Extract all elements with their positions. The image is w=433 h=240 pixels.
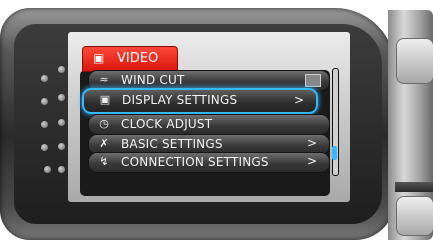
- touch-sensor-dot[interactable]: [58, 119, 65, 126]
- menu-item-label: WIND CUT: [121, 73, 185, 87]
- chevron-right-icon: >: [293, 93, 304, 107]
- wind-icon: ≈: [99, 73, 109, 86]
- menu-item-display-settings[interactable]: ▣ DISPLAY SETTINGS >: [82, 88, 318, 114]
- menu-item-connection-settings[interactable]: ↯ CONNECTION SETTINGS >: [88, 152, 330, 173]
- touch-sensor-dot[interactable]: [44, 166, 51, 173]
- hinge-slot: [395, 182, 433, 192]
- connection-icon: ↯: [99, 155, 109, 168]
- touch-sensor-dot[interactable]: [58, 94, 65, 101]
- touch-sensor-dot[interactable]: [58, 166, 65, 173]
- hinge-cap-top: [396, 38, 433, 84]
- clock-icon: ◷: [99, 117, 109, 130]
- tab-label: VIDEO: [117, 51, 159, 66]
- touch-sensor-dot[interactable]: [41, 144, 48, 151]
- menu-item-clock-adjust[interactable]: ◷ CLOCK ADJUST: [88, 114, 330, 135]
- menu-item-label: CONNECTION SETTINGS: [121, 155, 269, 169]
- scrollbar-thumb[interactable]: [332, 146, 337, 160]
- chevron-right-icon: >: [306, 154, 317, 168]
- lcd-screen: ▣ VIDEO ≈ WIND CUT ▣ DISPLAY SETTINGS > …: [68, 32, 350, 202]
- menu-item-label: BASIC SETTINGS: [121, 137, 223, 151]
- video-mode-tab[interactable]: ▣ VIDEO: [82, 46, 178, 72]
- menu-item-label: DISPLAY SETTINGS: [122, 93, 238, 107]
- toggle-graphic-icon: [305, 74, 321, 87]
- hinge-cap-bottom: [396, 196, 433, 236]
- touch-sensor-dot[interactable]: [41, 98, 48, 105]
- tools-icon: ✗: [99, 137, 109, 150]
- chevron-right-icon: >: [306, 136, 317, 150]
- touch-sensor-dot[interactable]: [58, 66, 65, 73]
- touch-sensor-dot[interactable]: [41, 75, 48, 82]
- touch-sensor-dot[interactable]: [58, 143, 65, 150]
- menu-item-label: CLOCK ADJUST: [121, 117, 213, 131]
- display-icon: ▣: [99, 93, 111, 106]
- touch-sensor-dot[interactable]: [41, 121, 48, 128]
- video-camera-icon: ▣: [93, 51, 105, 65]
